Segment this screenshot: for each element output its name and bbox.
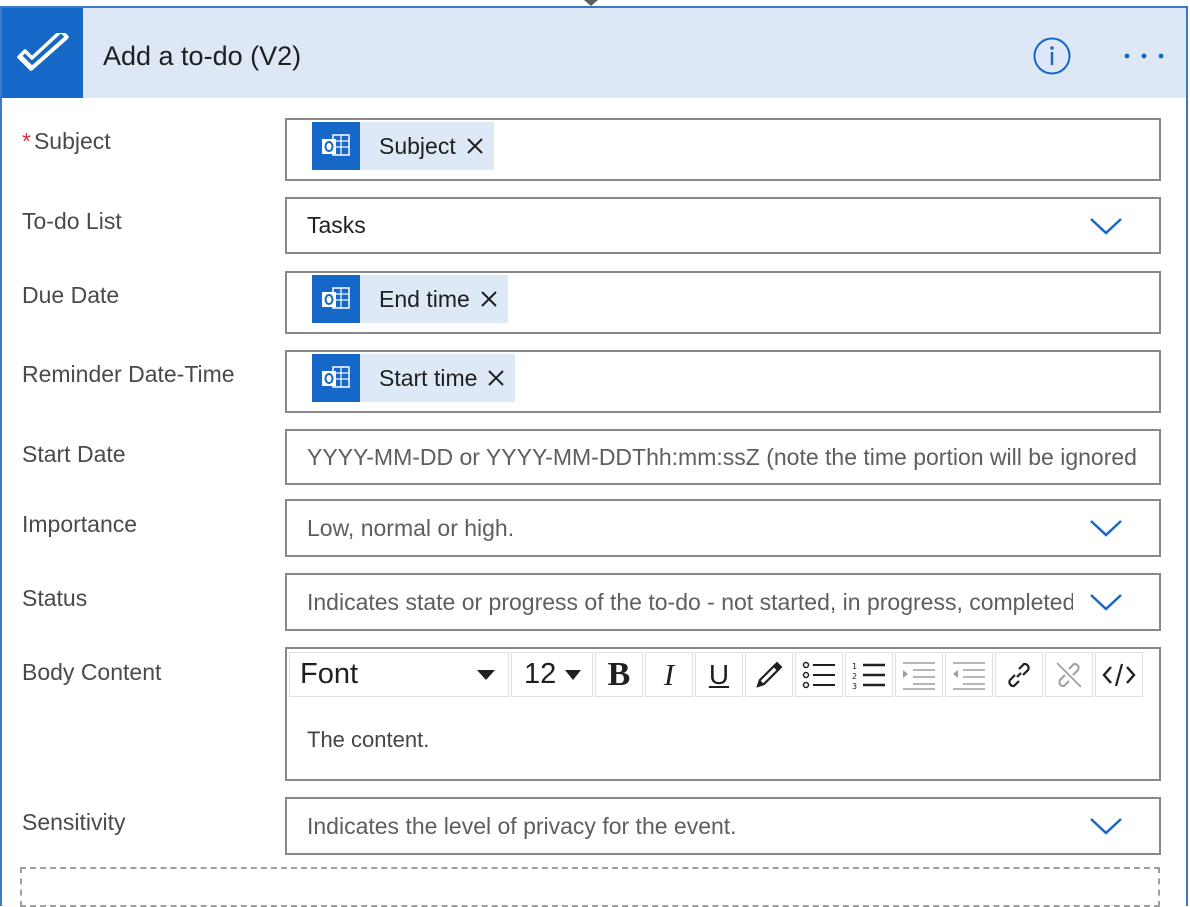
reminder-label: Reminder Date-Time [22,361,235,387]
end-time-token-text: End time [379,285,470,312]
sensitivity-dropdown[interactable]: Indicates the level of privacy for the e… [285,797,1161,855]
code-view-button[interactable] [1095,652,1143,697]
status-dropdown[interactable]: Indicates state or progress of the to-do… [285,573,1161,631]
subject-field[interactable]: Subject [285,118,1161,181]
remove-token-icon[interactable] [487,369,505,387]
font-size-select[interactable]: 12 [511,652,593,697]
advanced-options-area[interactable] [20,867,1160,907]
svg-text:1: 1 [852,662,857,671]
start-time-token-text: Start time [379,364,478,391]
end-time-token[interactable]: End time [312,275,508,323]
body-content-editor[interactable]: Font 12 B I U 1 2 3 The content. [285,647,1161,781]
start-date-label: Start Date [22,441,126,467]
outlook-icon [312,122,360,170]
outlook-icon [312,275,360,323]
reminder-field[interactable]: Start time [285,350,1161,413]
bulleted-list-icon [802,661,835,688]
chevron-down-icon[interactable] [1089,816,1123,836]
italic-button[interactable]: I [645,652,693,697]
subject-token[interactable]: Subject [312,122,494,170]
card-header[interactable]: Add a to-do (V2) [2,8,1186,98]
due-date-label: Due Date [22,282,120,308]
numbered-list-button[interactable]: 1 2 3 [845,652,893,697]
status-placeholder: Indicates state or progress of the to-do… [307,588,1073,615]
remove-token-icon[interactable] [466,137,484,155]
color-picker-icon [756,661,783,688]
remove-link-button[interactable] [1045,652,1093,697]
todo-list-value: Tasks [307,212,366,238]
text-color-button[interactable] [745,652,793,697]
importance-dropdown[interactable]: Low, normal or high. [285,499,1161,557]
due-date-field[interactable]: End time [285,271,1161,334]
chevron-down-icon[interactable] [1089,216,1123,236]
body-content-label: Body Content [22,659,162,685]
font-select[interactable]: Font [289,652,509,697]
font-size-label: 12 [524,658,557,690]
subject-token-text: Subject [379,132,456,159]
todo-list-label: To-do List [22,208,122,234]
chevron-down-icon[interactable] [1089,518,1123,538]
start-date-input[interactable]: YYYY-MM-DD or YYYY-MM-DDThh:mm:ssZ (note… [285,429,1161,485]
sensitivity-label: Sensitivity [22,809,126,835]
underline-button[interactable]: U [695,652,743,697]
bulleted-list-button[interactable] [795,652,843,697]
subject-label: * Subject [22,128,111,155]
numbered-list-icon: 1 2 3 [852,662,885,690]
bold-label: B [607,655,631,693]
remove-token-icon[interactable] [480,290,498,308]
font-select-label: Font [300,658,359,690]
increase-indent-button[interactable] [895,652,943,697]
bold-button[interactable]: B [595,652,643,697]
increase-indent-icon [903,661,935,690]
more-options-icon[interactable] [1122,48,1166,64]
status-label: Status [22,585,88,611]
italic-label: I [663,656,675,692]
todo-check-icon [2,8,83,98]
insert-link-button[interactable] [995,652,1043,697]
caret-down-icon [565,669,581,680]
body-content-placeholder: The content. [307,727,430,752]
info-icon[interactable] [1033,37,1071,75]
action-card: Add a to-do (V2) * Subject Subject To-do… [0,6,1188,906]
chevron-down-icon[interactable] [1089,592,1123,612]
rich-text-toolbar: Font 12 B I U 1 2 3 [289,652,1145,697]
decrease-indent-button[interactable] [945,652,993,697]
underline-label: U [708,658,730,690]
start-time-token[interactable]: Start time [312,354,516,402]
svg-text:2: 2 [852,672,857,681]
link-icon [1008,662,1030,687]
subject-label-text: Subject [33,128,111,154]
sensitivity-placeholder: Indicates the level of privacy for the e… [307,812,737,839]
importance-placeholder: Low, normal or high. [307,514,515,541]
svg-text:3: 3 [852,682,857,690]
start-date-placeholder: YYYY-MM-DD or YYYY-MM-DDThh:mm:ssZ (note… [307,443,1137,470]
action-title: Add a to-do (V2) [103,41,302,71]
importance-label: Importance [22,511,138,537]
unlink-icon [1056,661,1082,688]
caret-down-icon [477,669,495,680]
required-mark: * [22,128,31,154]
code-icon [1102,663,1136,686]
decrease-indent-icon [953,661,985,690]
outlook-icon [312,354,360,402]
todo-list-dropdown[interactable]: Tasks [285,197,1161,254]
